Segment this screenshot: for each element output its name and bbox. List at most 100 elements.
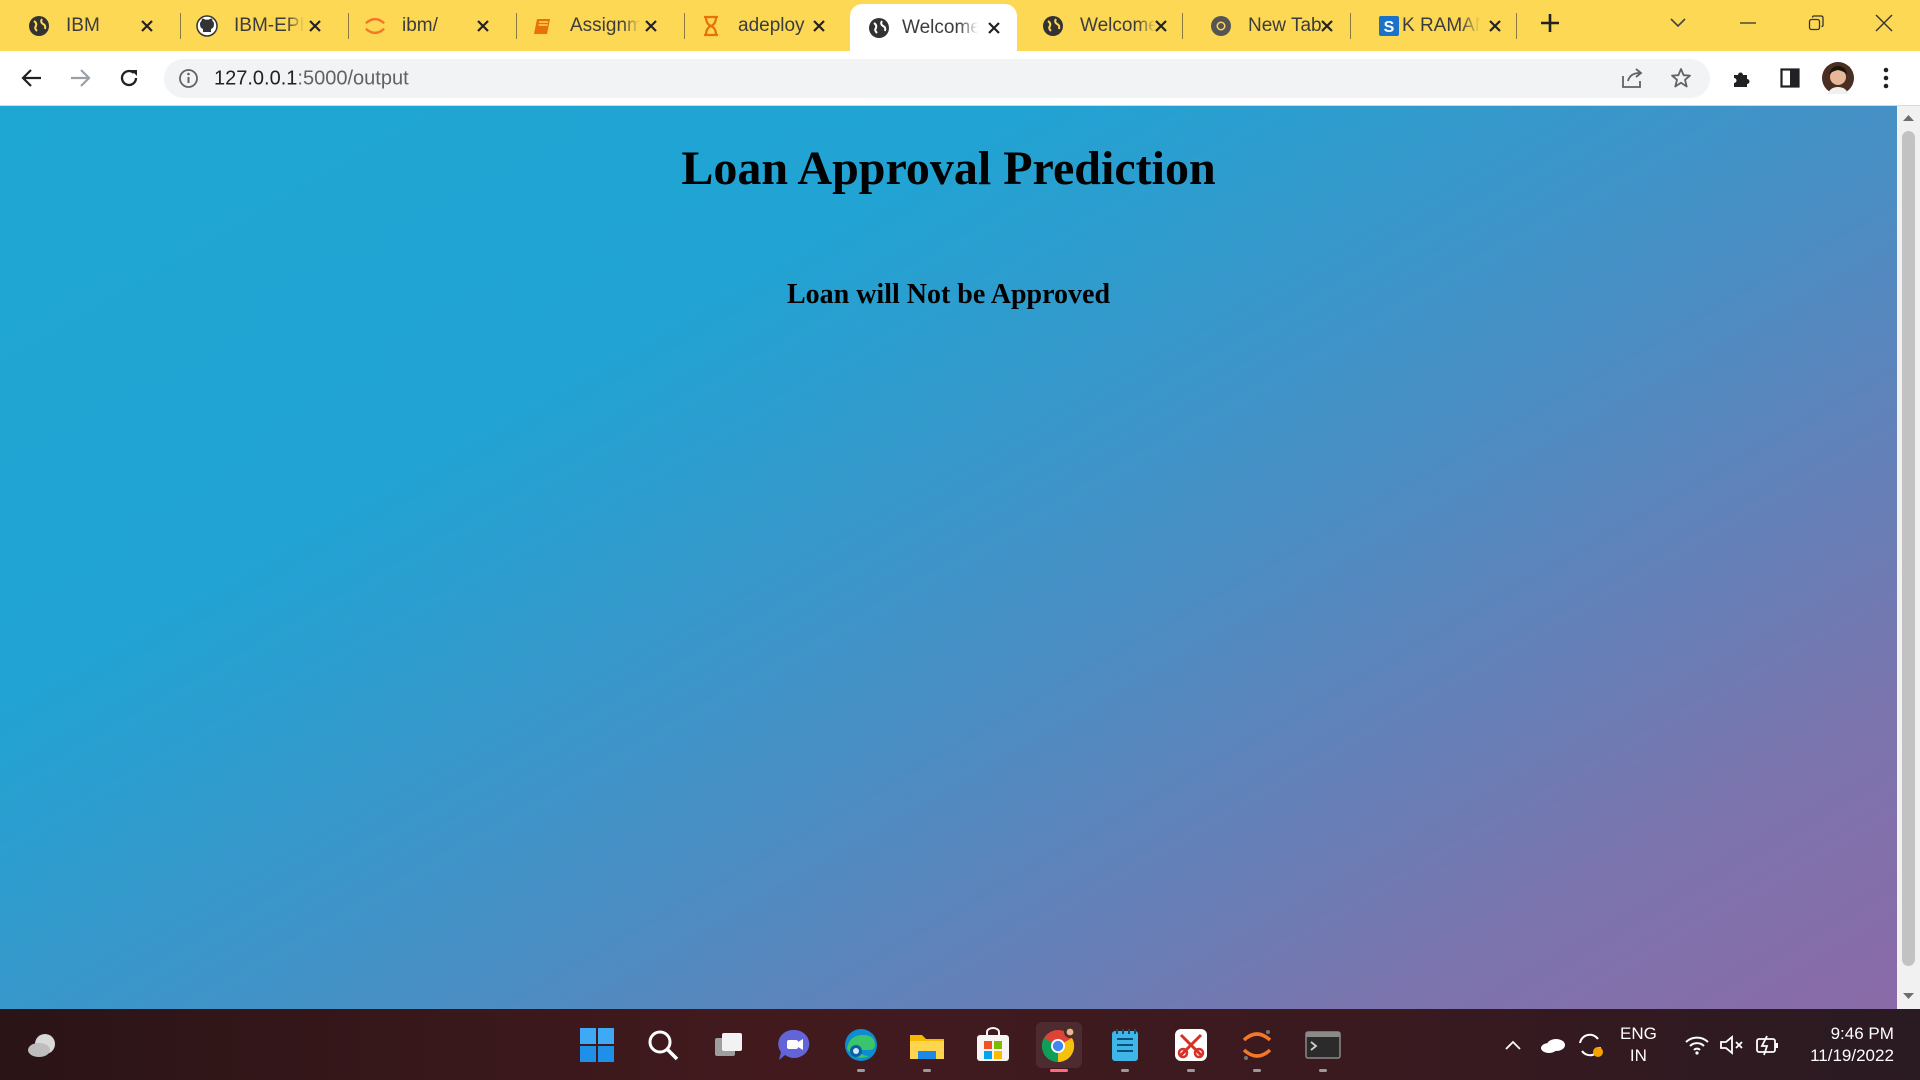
close-icon[interactable] — [985, 19, 1003, 37]
tab-ibm[interactable]: IBM — [0, 0, 170, 51]
chrome-button[interactable] — [1036, 1022, 1082, 1072]
menu-button[interactable] — [1867, 59, 1905, 97]
show-hidden-icons-button[interactable] — [1504, 1009, 1522, 1080]
plus-icon — [1541, 14, 1559, 32]
close-icon[interactable] — [810, 17, 828, 35]
running-indicator — [1121, 1069, 1129, 1072]
tab-assignments[interactable]: Assignme — [504, 0, 674, 51]
extensions-button[interactable] — [1723, 59, 1761, 97]
close-icon[interactable] — [1318, 17, 1336, 35]
scroll-up-icon — [1903, 115, 1914, 121]
snipping-icon — [1175, 1029, 1207, 1061]
bookmark-star-icon[interactable] — [1670, 67, 1692, 94]
page-viewport: Loan Approval Prediction Loan will Not b… — [0, 106, 1897, 1009]
tab-github[interactable]: IBM-EPBL — [168, 0, 338, 51]
tab-label: Assignme — [570, 14, 640, 36]
weather-widget[interactable] — [20, 1022, 66, 1068]
tab-welcome[interactable]: Welcome — [1014, 0, 1184, 51]
file-explorer-button[interactable] — [904, 1022, 950, 1072]
arrow-right-icon — [71, 69, 91, 87]
folder-icon — [910, 1035, 944, 1059]
scroll-down-icon — [1903, 993, 1914, 999]
avatar-icon — [1822, 62, 1854, 94]
tab-adeploy[interactable]: adeploy — [672, 0, 842, 51]
arrow-left-icon — [21, 69, 41, 87]
forward-button[interactable] — [61, 59, 99, 97]
tab-jupyter[interactable]: ibm/ — [336, 0, 506, 51]
terminal-button[interactable] — [1300, 1022, 1346, 1072]
close-icon[interactable] — [1486, 17, 1504, 35]
notepad-icon — [1112, 1029, 1138, 1061]
running-indicator — [857, 1069, 865, 1072]
close-icon[interactable] — [642, 17, 660, 35]
store-icon — [977, 1027, 1009, 1061]
scroll-thumb[interactable] — [1902, 131, 1915, 966]
kebab-menu-icon — [1883, 67, 1889, 89]
reload-button[interactable] — [110, 59, 148, 97]
notepad-button[interactable] — [1102, 1022, 1148, 1072]
clock-time: 9:46 PM — [1830, 1023, 1894, 1043]
clock[interactable]: 9:46 PM 11/19/2022 — [1802, 1009, 1902, 1080]
language-indicator[interactable]: ENG IN — [1620, 1009, 1657, 1080]
restore-button[interactable] — [1782, 0, 1850, 46]
tab-search-button[interactable] — [1644, 0, 1712, 46]
globe-icon — [1042, 15, 1064, 37]
svg-text:S: S — [1384, 19, 1395, 36]
snipping-tool-button[interactable] — [1168, 1022, 1214, 1072]
onedrive-icon[interactable] — [1540, 1009, 1568, 1080]
restore-icon — [1808, 15, 1824, 31]
share-icon[interactable] — [1620, 67, 1644, 94]
close-icon[interactable] — [474, 17, 492, 35]
close-window-button[interactable] — [1850, 0, 1918, 46]
task-view-icon — [715, 1033, 742, 1056]
globe-icon — [28, 15, 50, 37]
chevron-up-icon — [1505, 1040, 1521, 1050]
sync-icon[interactable] — [1576, 1009, 1604, 1080]
start-button[interactable] — [574, 1022, 620, 1068]
running-indicator — [1319, 1069, 1327, 1072]
url-host: 127.0.0.1 — [214, 67, 298, 89]
jupyter-icon — [364, 15, 386, 37]
hourglass-icon — [700, 15, 722, 37]
globe-icon — [868, 17, 890, 39]
search-icon — [648, 1030, 679, 1061]
edge-icon — [845, 1029, 877, 1061]
back-button[interactable] — [13, 59, 51, 97]
cloud-icon — [28, 1034, 55, 1057]
running-indicator — [923, 1069, 931, 1072]
prediction-result: Loan will Not be Approved — [786, 279, 1111, 310]
info-icon[interactable] — [178, 68, 199, 94]
close-icon[interactable] — [138, 17, 156, 35]
tab-label: IBM-EPBL — [234, 14, 304, 36]
address-bar[interactable]: 127.0.0.1:5000/output — [164, 59, 1710, 98]
chrome-icon — [1041, 1026, 1076, 1063]
jupyter-button[interactable] — [1234, 1022, 1280, 1072]
task-view-button[interactable] — [706, 1022, 752, 1068]
tab-new-tab[interactable]: New Tab — [1182, 0, 1350, 51]
new-tab-button[interactable] — [1516, 0, 1584, 46]
battery-charging-icon[interactable] — [1754, 1009, 1782, 1080]
page-title: Loan Approval Prediction — [681, 142, 1216, 195]
wifi-icon[interactable] — [1684, 1009, 1710, 1080]
tab-label: New Tab — [1248, 14, 1322, 36]
book-icon — [532, 15, 554, 37]
minimize-button[interactable] — [1714, 0, 1782, 46]
url-text[interactable]: 127.0.0.1:5000/output — [214, 67, 409, 90]
tab-k-raman[interactable]: S K RAMAN — [1350, 0, 1518, 51]
edge-button[interactable] — [838, 1022, 884, 1072]
close-icon[interactable] — [1152, 17, 1170, 35]
tab-welcome-active[interactable]: Welcome — [850, 4, 1017, 51]
search-button[interactable] — [640, 1022, 686, 1068]
store-button[interactable] — [970, 1022, 1016, 1068]
teams-chat-button[interactable] — [772, 1022, 818, 1068]
region-code: IN — [1629, 1045, 1647, 1065]
running-indicator — [1187, 1069, 1195, 1072]
scrollbar[interactable] — [1897, 106, 1920, 1009]
close-icon[interactable] — [306, 17, 324, 35]
volume-muted-icon[interactable] — [1719, 1009, 1745, 1080]
side-panel-button[interactable] — [1771, 59, 1809, 97]
tab-label: Welcome — [902, 16, 978, 38]
profile-avatar[interactable] — [1819, 59, 1857, 97]
chrome-icon — [1210, 15, 1232, 37]
puzzle-icon — [1734, 72, 1750, 87]
